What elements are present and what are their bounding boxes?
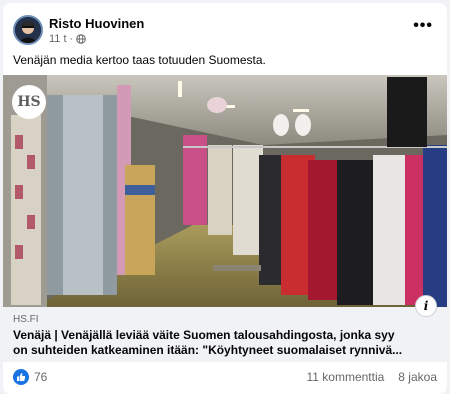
publisher-badge: HS (12, 85, 46, 119)
engagement-counts: 11 kommenttia 8 jakoa (306, 370, 437, 384)
shop-interior-photo (3, 75, 447, 307)
link-preview[interactable]: i HS.FI Venäjä | Venäjällä leviää väite … (3, 295, 447, 362)
post-meta: 11 t · (49, 33, 87, 45)
post-card: Risto Huovinen 11 t · ••• Venäjän media … (3, 3, 447, 394)
share-count[interactable]: 8 jakoa (398, 370, 437, 384)
link-headline-line-1: Venäjä | Venäjällä leviää väite Suomen t… (13, 328, 395, 342)
author-name[interactable]: Risto Huovinen (49, 16, 144, 31)
link-preview-image[interactable]: HS (3, 75, 447, 307)
meta-separator: · (69, 33, 74, 45)
info-icon[interactable]: i (415, 295, 437, 317)
post-text: Venäjän media kertoo taas totuuden Suome… (13, 53, 266, 67)
reaction-summary[interactable]: 76 (13, 369, 47, 385)
thumbs-up-icon (13, 369, 29, 385)
post-time[interactable]: 11 t (49, 33, 67, 45)
avatar[interactable] (13, 15, 43, 45)
globe-icon (76, 34, 87, 44)
link-domain: HS.FI (13, 314, 39, 325)
comment-count[interactable]: 11 kommenttia (306, 370, 384, 384)
more-options-icon[interactable]: ••• (413, 17, 433, 35)
like-count: 76 (34, 370, 48, 384)
link-headline[interactable]: Venäjä | Venäjällä leviää väite Suomen t… (13, 328, 437, 358)
link-headline-line-2: on suhteiden katkeaminen itään: "Köyhtyn… (13, 343, 403, 357)
